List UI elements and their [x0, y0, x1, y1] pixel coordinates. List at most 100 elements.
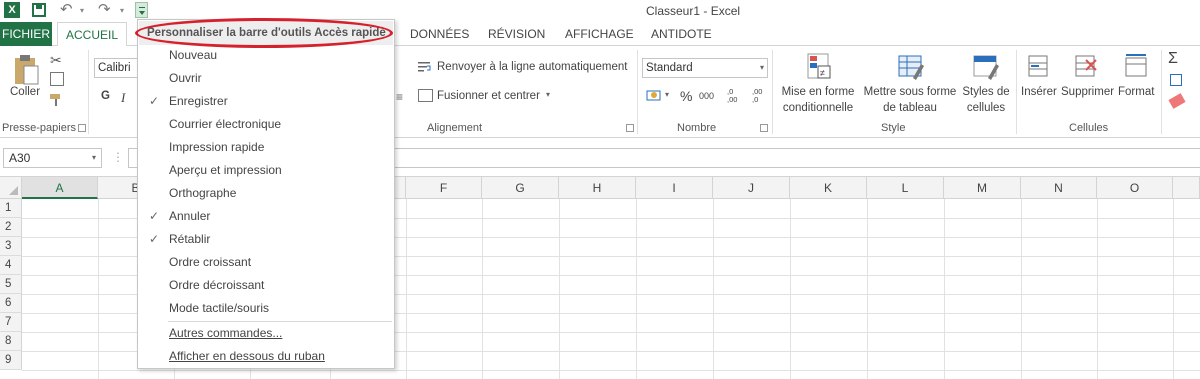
menu-item-autres-commandes[interactable]: Autres commandes...: [138, 322, 394, 345]
alignment-launcher-icon[interactable]: [626, 124, 634, 132]
wrap-text-label[interactable]: Renvoyer à la ligne automatiquement: [437, 61, 628, 73]
cell-styles-label[interactable]: Styles de: [958, 86, 1014, 98]
font-name-combo[interactable]: Calibri: [94, 58, 138, 78]
save-icon[interactable]: [32, 3, 46, 17]
increase-decimal-button[interactable]: ,0 ,00: [727, 88, 745, 104]
row-header[interactable]: 1: [0, 199, 22, 218]
format-as-table-label-2[interactable]: de tableau: [861, 102, 959, 114]
row-header[interactable]: 8: [0, 332, 22, 351]
autosum-icon[interactable]: Σ: [1168, 50, 1178, 68]
row-header[interactable]: 4: [0, 256, 22, 275]
row-header[interactable]: 9: [0, 351, 22, 370]
currency-format-icon[interactable]: [646, 88, 662, 102]
merge-center-label[interactable]: Fusionner et centrer: [437, 90, 540, 102]
tab-affichage[interactable]: AFFICHAGE: [565, 22, 634, 46]
paste-label[interactable]: Coller: [10, 86, 40, 98]
menu-item-retablir[interactable]: ✓ Rétablir: [138, 228, 394, 251]
clipboard-launcher-icon[interactable]: [78, 124, 86, 132]
select-all-corner[interactable]: [0, 177, 22, 199]
row-header[interactable]: 2: [0, 218, 22, 237]
undo-dropdown-icon[interactable]: ▾: [80, 6, 84, 15]
column-header[interactable]: N: [1021, 177, 1097, 199]
tab-accueil[interactable]: ACCUEIL: [57, 22, 127, 47]
tab-revision[interactable]: RÉVISION: [488, 22, 545, 46]
menu-item-afficher-dessous[interactable]: Afficher en dessous du ruban: [138, 345, 394, 368]
conditional-formatting-label[interactable]: Mise en forme: [778, 86, 858, 98]
menu-item-courrier[interactable]: Courrier électronique: [138, 113, 394, 136]
number-launcher-icon[interactable]: [760, 124, 768, 132]
cut-icon[interactable]: ✂: [50, 52, 62, 69]
gridline: [790, 199, 791, 379]
column-header[interactable]: K: [790, 177, 867, 199]
merge-center-icon[interactable]: [418, 89, 433, 102]
menu-item-label: Annuler: [169, 209, 211, 223]
menu-item-apercu[interactable]: Aperçu et impression: [138, 159, 394, 182]
tab-fichier[interactable]: FICHIER: [0, 22, 52, 46]
cell-styles-icon[interactable]: [972, 52, 1000, 82]
menu-item-ouvrir[interactable]: Ouvrir: [138, 67, 394, 90]
row-header[interactable]: 3: [0, 237, 22, 256]
format-cells-icon[interactable]: [1124, 54, 1150, 80]
row-header[interactable]: 7: [0, 313, 22, 332]
currency-dropdown-icon[interactable]: ▾: [665, 90, 669, 99]
column-header[interactable]: G: [482, 177, 559, 199]
gridline: [713, 199, 714, 379]
thousands-separator-button[interactable]: 000: [699, 91, 714, 101]
redo-dropdown-icon[interactable]: ▾: [120, 6, 124, 15]
percent-style-button[interactable]: %: [680, 88, 692, 104]
row-header[interactable]: 6: [0, 294, 22, 313]
menu-item-orthographe[interactable]: Orthographe: [138, 182, 394, 205]
undo-icon[interactable]: ↶: [60, 0, 73, 18]
check-icon: ✓: [149, 94, 160, 108]
copy-icon[interactable]: [50, 72, 64, 86]
svg-text:≠: ≠: [820, 68, 825, 78]
cell-styles-label-2[interactable]: cellules: [958, 102, 1014, 114]
column-header[interactable]: L: [867, 177, 944, 199]
column-header[interactable]: F: [406, 177, 482, 199]
menu-item-ordre-croissant[interactable]: Ordre croissant: [138, 251, 394, 274]
decrease-decimal-button[interactable]: ,00 ,0: [752, 88, 770, 104]
tab-donnees[interactable]: DONNÉES: [410, 22, 469, 46]
format-painter-icon[interactable]: [50, 94, 64, 106]
redo-icon[interactable]: ↷: [98, 0, 111, 18]
clear-icon[interactable]: [1168, 93, 1186, 109]
tab-antidote[interactable]: ANTIDOTE: [651, 22, 712, 46]
column-header[interactable]: A: [22, 177, 98, 199]
bold-button[interactable]: G: [101, 90, 110, 102]
delete-cells-icon[interactable]: [1074, 54, 1100, 80]
conditional-formatting-label-2[interactable]: conditionnelle: [778, 102, 858, 114]
wrap-text-icon[interactable]: [418, 60, 432, 74]
paste-icon[interactable]: [12, 54, 40, 86]
fill-icon[interactable]: [1170, 74, 1182, 86]
delete-label[interactable]: Supprimer: [1061, 86, 1114, 98]
customize-qat-icon[interactable]: [135, 2, 148, 18]
column-header[interactable]: M: [944, 177, 1021, 199]
excel-icon[interactable]: X: [4, 2, 20, 18]
format-as-table-label[interactable]: Mettre sous forme: [861, 86, 959, 98]
format-as-table-icon[interactable]: [897, 52, 925, 82]
menu-item-impression-rapide[interactable]: Impression rapide: [138, 136, 394, 159]
insert-label[interactable]: Insérer: [1021, 86, 1057, 98]
cells-group-label: Cellules: [1069, 122, 1109, 134]
conditional-formatting-icon[interactable]: ≠: [806, 52, 834, 82]
row-header[interactable]: 5: [0, 275, 22, 294]
insert-cells-icon[interactable]: [1027, 54, 1051, 80]
format-label[interactable]: Format: [1118, 86, 1154, 98]
italic-button[interactable]: I: [121, 90, 125, 106]
gridline: [1021, 199, 1022, 379]
column-header[interactable]: J: [713, 177, 790, 199]
menu-item-annuler[interactable]: ✓ Annuler: [138, 205, 394, 228]
merge-dropdown-icon[interactable]: ▾: [546, 90, 550, 99]
column-header[interactable]: H: [559, 177, 636, 199]
gridline: [944, 199, 945, 379]
menu-item-enregistrer[interactable]: ✓ Enregistrer: [138, 90, 394, 113]
name-box[interactable]: A30 ▾: [3, 148, 102, 168]
menu-item-mode-tactile[interactable]: Mode tactile/souris: [138, 297, 394, 320]
column-header[interactable]: [1173, 177, 1200, 199]
column-header[interactable]: O: [1097, 177, 1173, 199]
gridline: [636, 199, 637, 379]
menu-item-ordre-decroissant[interactable]: Ordre décroissant: [138, 274, 394, 297]
align-right-icon[interactable]: ≡: [396, 90, 403, 104]
number-format-combo[interactable]: Standard ▾: [642, 58, 768, 78]
column-header[interactable]: I: [636, 177, 713, 199]
